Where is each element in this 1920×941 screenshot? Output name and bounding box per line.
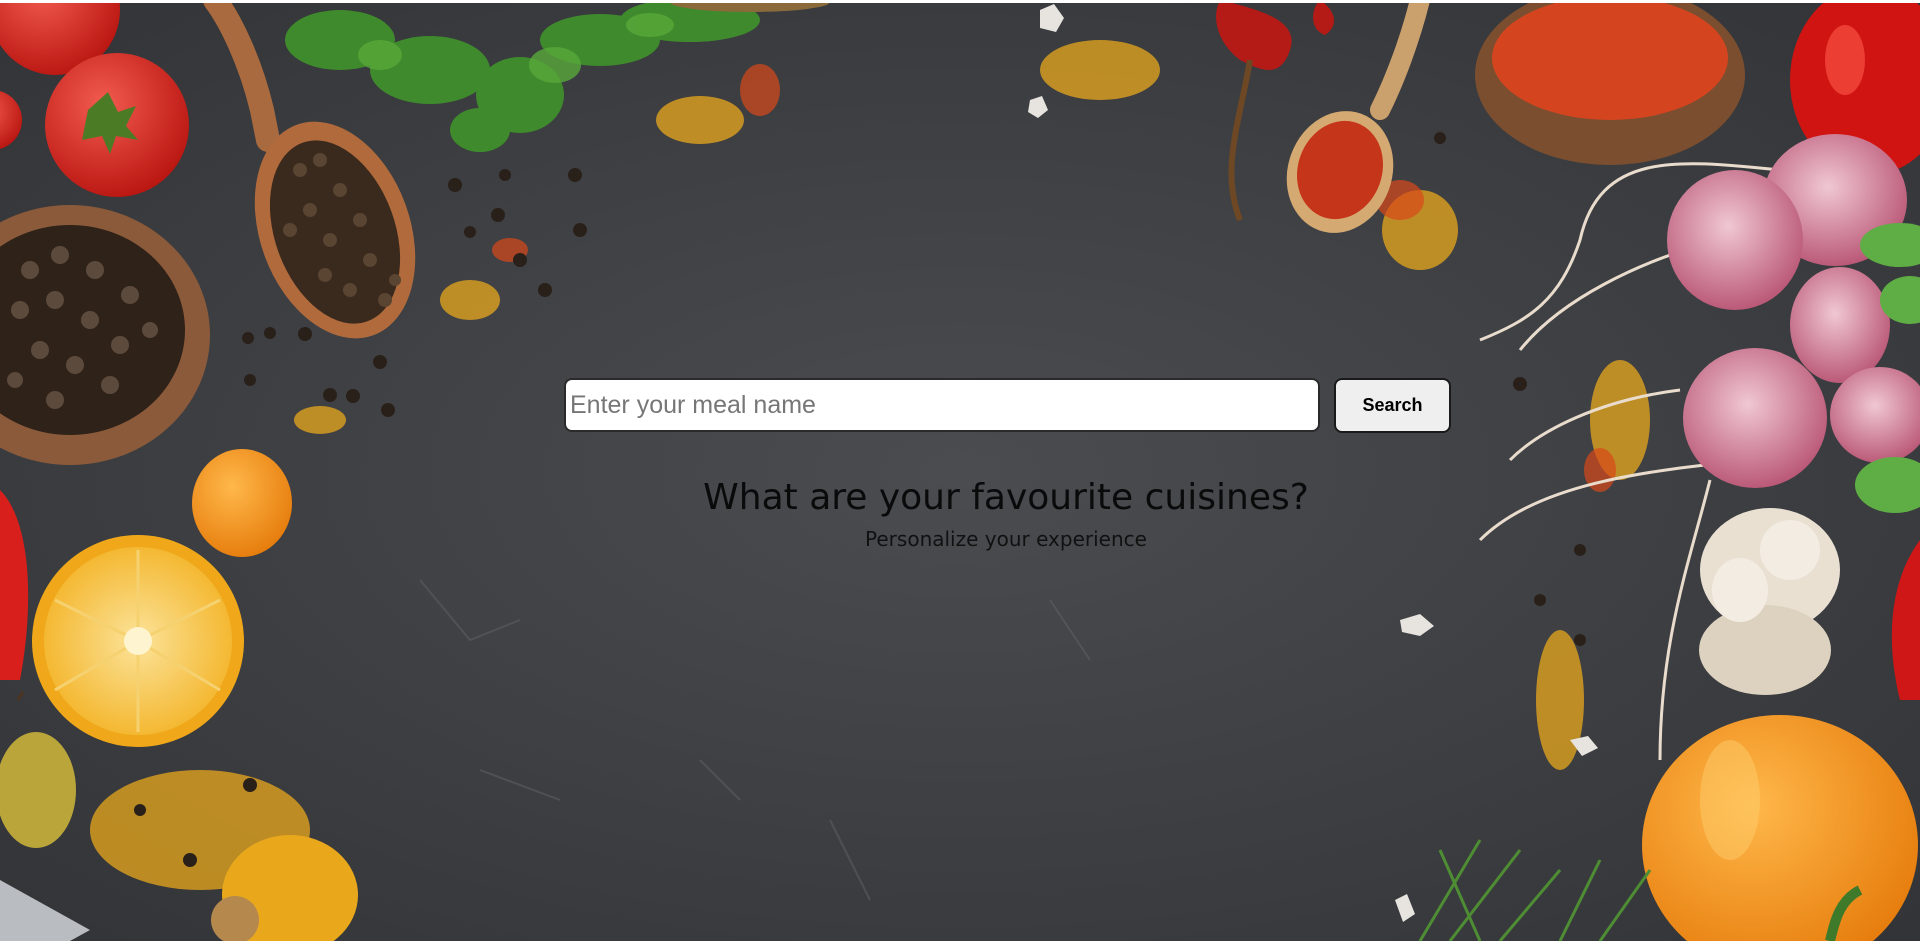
page-subheading: Personalize your experience	[865, 527, 1147, 551]
meal-search-bar: Search	[564, 378, 1451, 434]
top-border	[0, 0, 1920, 3]
meal-search-input[interactable]	[564, 378, 1320, 432]
food-background-illustration	[0, 0, 1920, 941]
cuisine-prompt: What are your favourite cuisines? Person…	[0, 472, 1920, 554]
search-button[interactable]: Search	[1334, 378, 1451, 433]
page-heading: What are your favourite cuisines?	[703, 477, 1309, 518]
